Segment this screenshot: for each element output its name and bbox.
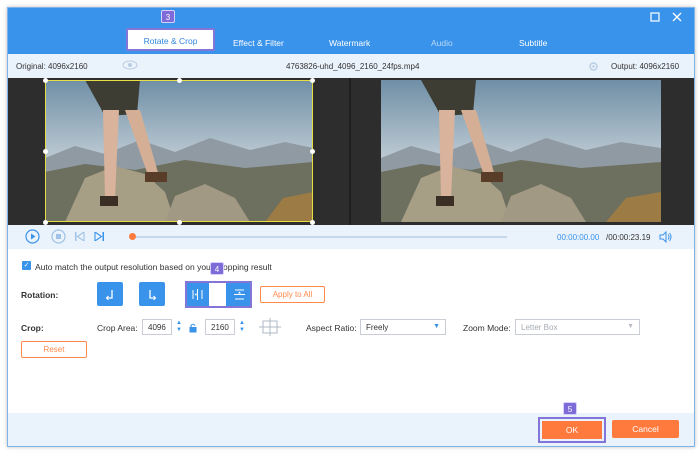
apply-to-all-button[interactable]: Apply to All — [260, 286, 325, 303]
preview-area — [8, 78, 694, 225]
next-frame-icon[interactable] — [94, 230, 104, 243]
output-frame-image — [381, 80, 661, 222]
current-time: 00:00:00.00 — [557, 233, 600, 242]
flip-vertical-button[interactable] — [229, 283, 250, 306]
minimize-icon[interactable] — [648, 11, 662, 25]
aspect-ratio-value: Freely — [366, 323, 389, 332]
eye-icon[interactable] — [122, 60, 138, 72]
aspect-ratio-label: Aspect Ratio: — [306, 323, 357, 333]
zoom-mode-label: Zoom Mode: — [463, 323, 511, 333]
crop-handle[interactable] — [177, 78, 182, 83]
rotate-left-button[interactable] — [97, 282, 123, 306]
info-bar: Original: 4096x2160 4763826-uhd_4096_216… — [8, 54, 694, 78]
crop-frame[interactable] — [45, 80, 313, 222]
stop-icon[interactable] — [51, 229, 66, 246]
rotation-label: Rotation: — [21, 290, 59, 300]
volume-icon[interactable] — [659, 230, 672, 245]
tab-effect-filter[interactable]: Effect & Filter — [233, 38, 284, 50]
timeline-track[interactable] — [132, 236, 507, 238]
zoom-mode-value: Letter Box — [521, 323, 558, 332]
close-icon[interactable] — [670, 11, 684, 25]
aspect-ratio-select[interactable]: Freely ▼ — [360, 319, 446, 335]
step-marker-5: 5 — [563, 402, 577, 415]
auto-match-checkbox[interactable]: ✓ — [22, 261, 31, 270]
lock-ratio-icon[interactable] — [189, 323, 197, 335]
rotate-right-button[interactable] — [139, 282, 165, 306]
previous-frame-icon[interactable] — [75, 230, 85, 243]
title-bar: Rotate & Crop Effect & Filter Watermark … — [8, 8, 694, 54]
output-preview — [351, 78, 694, 225]
tab-subtitle[interactable]: Subtitle — [519, 38, 547, 50]
total-time: /00:00:23.19 — [606, 233, 651, 242]
tab-rotate-crop[interactable]: Rotate & Crop — [126, 28, 215, 51]
step-marker-3: 3 — [161, 10, 175, 23]
tab-audio[interactable]: Audio — [431, 38, 453, 50]
tab-label: Rotate & Crop — [143, 36, 198, 46]
settings-icon[interactable] — [589, 62, 598, 73]
step-marker-4: 4 — [210, 262, 224, 275]
crop-label: Crop: — [21, 323, 44, 333]
crop-handle[interactable] — [43, 149, 48, 154]
auto-match-label: Auto match the output resolution based o… — [35, 262, 272, 272]
crop-area-label: Crop Area: — [97, 323, 138, 333]
flip-button-group — [185, 281, 252, 308]
cancel-button[interactable]: Cancel — [612, 420, 679, 438]
zoom-mode-select[interactable]: Letter Box ▼ — [515, 319, 640, 335]
crop-editor-window: Rotate & Crop Effect & Filter Watermark … — [7, 7, 695, 447]
timeline-thumb[interactable] — [129, 233, 136, 240]
file-name: 4763826-uhd_4096_2160_24fps.mp4 — [286, 62, 420, 71]
ok-button[interactable]: OK — [542, 421, 602, 439]
tab-watermark[interactable]: Watermark — [329, 38, 370, 50]
crop-height-input[interactable]: 2160 ▲ ▼ — [205, 319, 245, 335]
reset-button[interactable]: Reset — [21, 341, 87, 358]
crop-height-value: 2160 — [211, 323, 229, 332]
output-resolution: Output: 4096x2160 — [611, 62, 680, 71]
chevron-down-icon: ▼ — [433, 323, 440, 330]
center-crop-icon[interactable] — [259, 318, 281, 338]
crop-width-input[interactable]: 4096 ▲ ▼ — [142, 319, 182, 335]
crop-handle[interactable] — [43, 78, 48, 83]
crop-handle[interactable] — [310, 149, 315, 154]
crop-width-value: 4096 — [148, 323, 166, 332]
ok-highlight: OK — [538, 417, 606, 443]
crop-handle[interactable] — [310, 78, 315, 83]
original-resolution: Original: 4096x2160 — [16, 62, 88, 71]
play-icon[interactable] — [25, 229, 40, 246]
chevron-down-icon: ▼ — [627, 323, 634, 330]
stepper-arrows-icon[interactable]: ▲ ▼ — [176, 320, 182, 334]
flip-horizontal-button[interactable] — [187, 283, 208, 306]
playback-bar: 00:00:00.00 /00:00:23.19 — [8, 225, 694, 249]
original-preview — [8, 78, 349, 225]
flip-divider — [209, 283, 226, 306]
stepper-arrows-icon[interactable]: ▲ ▼ — [239, 320, 245, 334]
